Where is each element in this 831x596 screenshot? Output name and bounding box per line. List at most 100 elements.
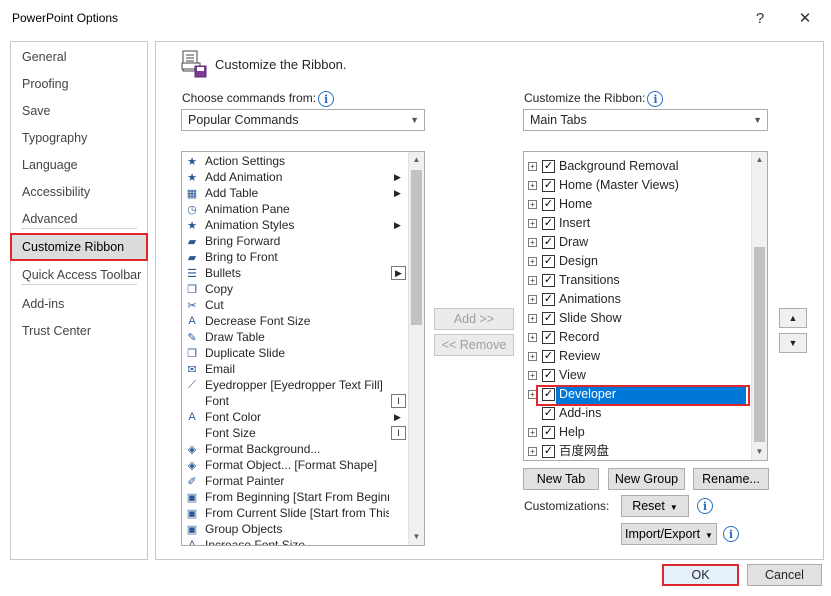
list-item[interactable]: ❐ Duplicate Slide [182,345,408,361]
list-item[interactable]: A Decrease Font Size [182,313,408,329]
tab-checkbox[interactable]: ✓ [542,236,555,249]
tree-item-tab[interactable]: + ✓ Design [524,252,749,271]
info-icon[interactable]: i [647,91,664,107]
expand-icon[interactable]: + [528,276,537,285]
list-item[interactable]: A Increase Font Size [182,537,408,545]
move-down-button[interactable]: ▼ [779,333,807,353]
scroll-thumb[interactable] [754,247,765,442]
list-item[interactable]: ▣ Group Objects [182,521,408,537]
list-item[interactable]: ▰ Bring Forward [182,233,408,249]
tree-item-tab[interactable]: + ✓ Transitions [524,271,749,290]
commands-scrollbar[interactable]: ▲ ▼ [408,152,424,545]
list-item[interactable]: ▣ From Beginning [Start From Beginning] [182,489,408,505]
scroll-up-icon[interactable]: ▲ [409,152,424,168]
scroll-up-icon[interactable]: ▲ [752,152,767,168]
tab-checkbox[interactable]: ✓ [542,160,555,173]
list-item[interactable]: ⟋ Eyedropper [Eyedropper Text Fill] [182,377,408,393]
move-up-button[interactable]: ▲ [779,308,807,328]
ok-button[interactable]: OK [662,564,739,586]
nav-item-typography[interactable]: Typography [11,126,147,150]
list-item[interactable]: Font Size I [182,425,408,441]
tree-item-tab[interactable]: + ✓ Home [524,195,749,214]
tree-item-tab[interactable]: + ✓ Background Removal [524,157,749,176]
expand-icon[interactable]: + [528,428,537,437]
list-item[interactable]: ★ Action Settings [182,153,408,169]
tab-checkbox[interactable]: ✓ [542,179,555,192]
new-group-button[interactable]: New Group [608,468,685,490]
expand-icon[interactable]: + [528,295,537,304]
help-icon[interactable]: ? [740,4,780,32]
nav-item-general[interactable]: General [11,45,147,69]
scroll-thumb[interactable] [411,170,422,325]
tree-item-tab[interactable]: + ✓ 百度网盘 [524,442,749,460]
nav-item-save[interactable]: Save [11,99,147,123]
list-item[interactable]: ★ Add Animation ▶ [182,169,408,185]
import-export-button[interactable]: Import/Export ▼ [621,523,717,545]
tab-checkbox[interactable]: ✓ [542,369,555,382]
expand-icon[interactable]: + [528,238,537,247]
nav-item-trust-center[interactable]: Trust Center [11,319,147,343]
tab-checkbox[interactable]: ✓ [542,407,555,420]
info-icon[interactable]: i [697,498,713,514]
expand-icon[interactable]: + [528,371,537,380]
nav-item-proofing[interactable]: Proofing [11,72,147,96]
expand-icon[interactable]: + [528,181,537,190]
info-icon[interactable]: i [318,91,335,107]
list-item[interactable]: ✉ Email [182,361,408,377]
expand-icon[interactable]: + [528,333,537,342]
commands-list[interactable]: ★ Action Settings ★ Add Animation ▶ ▦ Add Tabl… [181,151,425,546]
tree-item-tab[interactable]: ✓ Add-ins [524,404,749,423]
reset-button[interactable]: Reset ▼ [621,495,689,517]
list-item[interactable]: ▣ From Current Slide [Start from This Sli… [182,505,408,521]
list-item[interactable]: ✎ Draw Table [182,329,408,345]
close-icon[interactable]: ✕ [785,4,825,32]
tab-checkbox[interactable]: ✓ [542,274,555,287]
list-item[interactable]: ★ Animation Styles ▶ [182,217,408,233]
tab-checkbox[interactable]: ✓ [542,293,555,306]
info-icon[interactable]: i [723,526,739,542]
tab-checkbox[interactable]: ✓ [542,445,555,458]
tab-checkbox[interactable]: ✓ [542,312,555,325]
list-item[interactable]: Font I [182,393,408,409]
nav-item-language[interactable]: Language [11,153,147,177]
main-tabs-dropdown[interactable]: Main Tabs ▼ [523,109,768,131]
list-item[interactable]: ◷ Animation Pane [182,201,408,217]
tree-item-tab[interactable]: + ✓ Help [524,423,749,442]
tab-checkbox[interactable]: ✓ [542,198,555,211]
tree-item-tab[interactable]: + ✓ Home (Master Views) [524,176,749,195]
choose-commands-dropdown[interactable]: Popular Commands ▼ [181,109,425,131]
cancel-button[interactable]: Cancel [747,564,822,586]
tab-checkbox[interactable]: ✓ [542,217,555,230]
add-button[interactable]: Add >> [434,308,514,330]
scroll-down-icon[interactable]: ▼ [752,444,767,460]
tree-item-tab[interactable]: + ✓ Animations [524,290,749,309]
rename-button[interactable]: Rename... [693,468,769,490]
list-item[interactable]: A Font Color ▶ [182,409,408,425]
list-item[interactable]: ☰ Bullets ▶ [182,265,408,281]
tabs-scrollbar[interactable]: ▲ ▼ [751,152,767,460]
expand-icon[interactable]: + [528,314,537,323]
list-item[interactable]: ✐ Format Painter [182,473,408,489]
scroll-down-icon[interactable]: ▼ [409,529,424,545]
expand-icon[interactable]: + [528,257,537,266]
list-item[interactable]: ◈ Format Object... [Format Shape] [182,457,408,473]
tree-item-tab[interactable]: + ✓ Insert [524,214,749,233]
expand-icon[interactable]: + [528,219,537,228]
expand-icon[interactable]: + [528,162,537,171]
remove-button[interactable]: << Remove [434,334,514,356]
tree-item-tab[interactable]: + ✓ Record [524,328,749,347]
tab-checkbox[interactable]: ✓ [542,426,555,439]
list-item[interactable]: ✂ Cut [182,297,408,313]
list-item[interactable]: ❐ Copy [182,281,408,297]
tree-item-tab[interactable]: + ✓ Slide Show [524,309,749,328]
expand-icon[interactable]: + [528,447,537,456]
tree-item-tab[interactable]: + ✓ View [524,366,749,385]
tree-item-tab[interactable]: + ✓ Review [524,347,749,366]
ribbon-tabs-tree[interactable]: + ✓ Background Removal + ✓ Home (Master Views… [523,151,768,461]
nav-item-customize-ribbon[interactable]: Customize Ribbon [10,233,148,261]
list-item[interactable]: ◈ Format Background... [182,441,408,457]
new-tab-button[interactable]: New Tab [523,468,599,490]
tab-checkbox[interactable]: ✓ [542,350,555,363]
expand-icon[interactable]: + [528,200,537,209]
list-item[interactable]: ▦ Add Table ▶ [182,185,408,201]
